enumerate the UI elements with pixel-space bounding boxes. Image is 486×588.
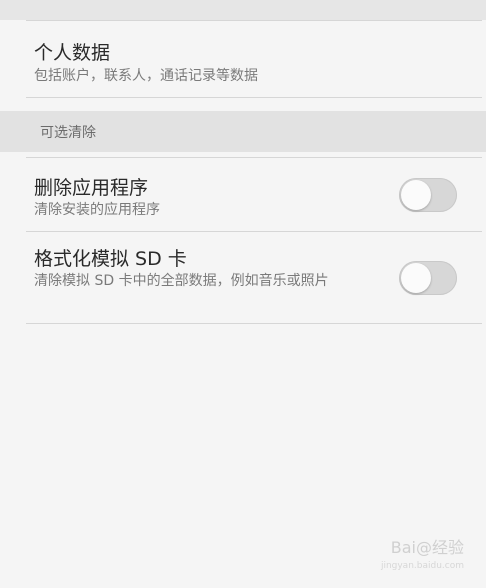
top-header-strip	[0, 0, 486, 20]
divider-section	[26, 157, 482, 158]
delete-apps-subtitle: 清除安装的应用程序	[34, 202, 160, 218]
delete-apps-toggle[interactable]	[399, 178, 457, 212]
divider-option-1	[26, 231, 482, 232]
divider-top	[26, 20, 482, 21]
personal-data-title: 个人数据	[34, 42, 111, 64]
divider-personal	[26, 97, 482, 98]
section-label: 可选清除	[40, 125, 96, 141]
format-sd-toggle[interactable]	[399, 261, 457, 295]
format-sd-subtitle: 清除模拟 SD 卡中的全部数据，例如音乐或照片	[34, 273, 329, 289]
format-sd-title: 格式化模拟 SD 卡	[34, 248, 187, 270]
baidu-watermark: Bai@经验 jingyan.baidu.com	[381, 540, 464, 574]
toggle-knob	[401, 180, 431, 210]
delete-apps-title: 删除应用程序	[34, 177, 149, 199]
section-header: 可选清除	[0, 111, 486, 152]
watermark-url: jingyan.baidu.com	[380, 561, 464, 571]
watermark-text: Bai@经验	[390, 538, 464, 557]
divider-option-2	[26, 323, 482, 324]
toggle-knob	[401, 263, 431, 293]
personal-data-subtitle: 包括账户，联系人，通话记录等数据	[34, 68, 258, 84]
